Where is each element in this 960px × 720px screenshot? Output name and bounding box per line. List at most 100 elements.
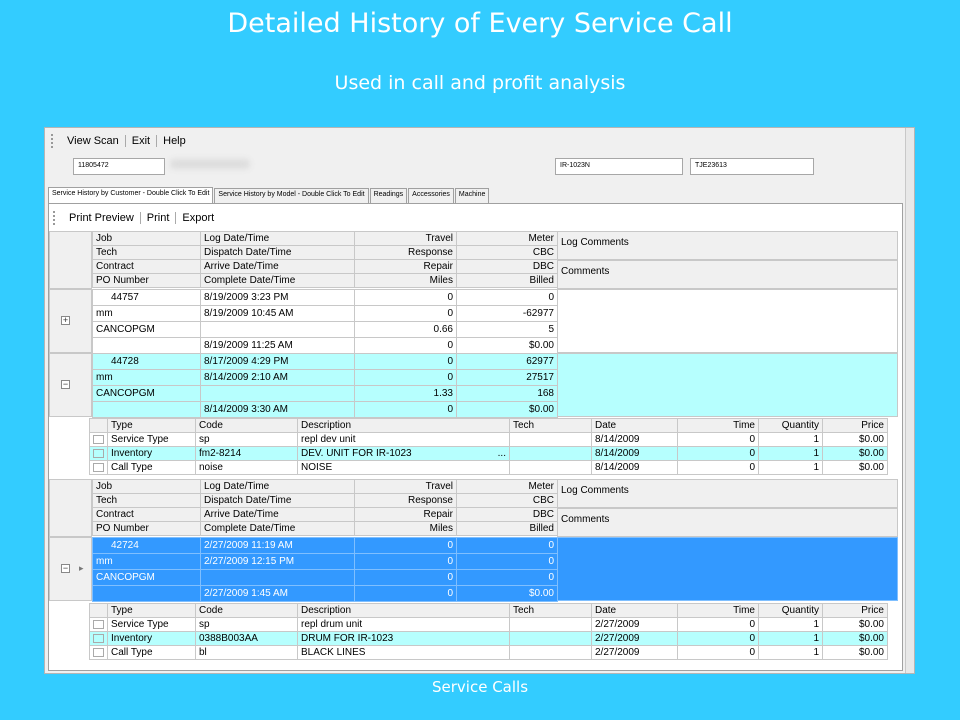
- header-arrive-date[interactable]: Arrive Date/Time: [200, 259, 355, 274]
- header-dispatch-date[interactable]: Dispatch Date/Time: [200, 493, 355, 508]
- header-comments[interactable]: Comments: [557, 508, 898, 537]
- detail-quantity: 1: [758, 446, 823, 461]
- tab-history-by-model[interactable]: Service History by Model - Double Click …: [214, 188, 369, 203]
- po-number: [92, 337, 201, 354]
- detail-quantity: 1: [758, 631, 823, 646]
- col-time[interactable]: Time: [677, 418, 759, 433]
- header-tech[interactable]: Tech: [92, 245, 201, 260]
- col-quantity[interactable]: Quantity: [758, 603, 823, 618]
- dispatch-date: 8/19/2009 10:45 AM: [200, 305, 355, 322]
- col-date[interactable]: Date: [591, 418, 678, 433]
- ellipsis-button[interactable]: ...: [498, 448, 506, 460]
- header-arrive-date[interactable]: Arrive Date/Time: [200, 507, 355, 522]
- col-code[interactable]: Code: [195, 418, 298, 433]
- detail-row[interactable]: Call Type noise NOISE 8/14/2009 0 1 $0.00: [89, 460, 888, 475]
- miles: 0: [354, 401, 457, 418]
- col-price[interactable]: Price: [822, 418, 888, 433]
- tab-history-by-customer[interactable]: Service History by Customer - Double Cli…: [48, 187, 214, 203]
- header-log-comments[interactable]: Log Comments: [557, 479, 898, 508]
- detail-time: 0: [677, 617, 759, 632]
- col-quantity[interactable]: Quantity: [758, 418, 823, 433]
- tab-readings[interactable]: Readings: [369, 188, 408, 203]
- header-complete-date[interactable]: Complete Date/Time: [200, 273, 355, 288]
- tab-accessories[interactable]: Accessories: [408, 188, 454, 203]
- header-log-comments[interactable]: Log Comments: [557, 231, 898, 260]
- repair: 0: [354, 569, 457, 586]
- header-log-date[interactable]: Log Date/Time: [200, 231, 355, 246]
- header-travel[interactable]: Travel: [354, 479, 457, 494]
- dbc: 5: [456, 321, 558, 338]
- print-button[interactable]: Print: [141, 212, 176, 224]
- header-log-date[interactable]: Log Date/Time: [200, 479, 355, 494]
- col-type[interactable]: Type: [107, 418, 196, 433]
- header-response[interactable]: Response: [354, 493, 457, 508]
- header-contract[interactable]: Contract: [92, 259, 201, 274]
- menu-help[interactable]: Help: [157, 135, 192, 147]
- detail-row-selector: [89, 603, 108, 618]
- menu-view-scan[interactable]: View Scan: [61, 135, 125, 147]
- detail-row[interactable]: Call Type bl BLACK LINES 2/27/2009 0 1 $0.00: [89, 645, 888, 660]
- col-type[interactable]: Type: [107, 603, 196, 618]
- menu-exit[interactable]: Exit: [126, 135, 156, 147]
- col-date[interactable]: Date: [591, 603, 678, 618]
- detail-row[interactable]: Inventory fm2-8214 DEV. UNIT FOR IR-1023..…: [89, 446, 888, 461]
- print-preview-button[interactable]: Print Preview: [63, 212, 140, 224]
- vertical-scrollbar[interactable]: [905, 128, 914, 673]
- header-tech[interactable]: Tech: [92, 493, 201, 508]
- header-dispatch-date[interactable]: Dispatch Date/Time: [200, 245, 355, 260]
- header-billed[interactable]: Billed: [456, 521, 558, 536]
- collapse-icon[interactable]: −: [61, 564, 70, 573]
- export-button[interactable]: Export: [176, 212, 220, 224]
- header-response[interactable]: Response: [354, 245, 457, 260]
- header-dbc[interactable]: DBC: [456, 259, 558, 274]
- call-comments-area: [557, 289, 898, 353]
- header-meter[interactable]: Meter: [456, 479, 558, 494]
- col-price[interactable]: Price: [822, 603, 888, 618]
- header-repair[interactable]: Repair: [354, 259, 457, 274]
- arrive-date: [200, 569, 355, 586]
- collapse-icon[interactable]: −: [61, 380, 70, 389]
- serial-field[interactable]: TJE23613: [690, 158, 814, 175]
- detail-row[interactable]: Inventory 0388B003AA DRUM FOR IR-1023 2/27/…: [89, 631, 888, 646]
- call-record-2[interactable]: 44728 8/17/2009 4:29 PM 0 62977 mm 8/14/2009…: [92, 353, 558, 418]
- header-repair[interactable]: Repair: [354, 507, 457, 522]
- call-record-1[interactable]: 44757 8/19/2009 3:23 PM 0 0 mm 8/19/2009 10:…: [92, 289, 558, 354]
- call-record-3[interactable]: 42724 2/27/2009 11:19 AM 0 0 mm 2/27/2009 12…: [92, 537, 558, 602]
- header-miles[interactable]: Miles: [354, 521, 457, 536]
- header-cbc[interactable]: CBC: [456, 493, 558, 508]
- expand-icon[interactable]: +: [61, 316, 70, 325]
- model-field[interactable]: IR-1023N: [555, 158, 683, 175]
- header-contract[interactable]: Contract: [92, 507, 201, 522]
- detail-row[interactable]: Service Type sp repl dev unit 8/14/2009 0 1 $0…: [89, 432, 888, 447]
- header-miles[interactable]: Miles: [354, 273, 457, 288]
- detail-description: DEV. UNIT FOR IR-1023...: [297, 446, 510, 461]
- header-meter[interactable]: Meter: [456, 231, 558, 246]
- header-comments[interactable]: Comments: [557, 260, 898, 289]
- header-po-number[interactable]: PO Number: [92, 273, 201, 288]
- col-description[interactable]: Description: [297, 418, 510, 433]
- header-job[interactable]: Job: [92, 231, 201, 246]
- col-time[interactable]: Time: [677, 603, 759, 618]
- col-code[interactable]: Code: [195, 603, 298, 618]
- detail-type: Inventory: [107, 631, 196, 646]
- col-tech[interactable]: Tech: [509, 603, 592, 618]
- header-billed[interactable]: Billed: [456, 273, 558, 288]
- header-travel[interactable]: Travel: [354, 231, 457, 246]
- header-cbc[interactable]: CBC: [456, 245, 558, 260]
- header-complete-date[interactable]: Complete Date/Time: [200, 521, 355, 536]
- detail-table-1: Type Code Description Tech Date Time Quantity P…: [89, 418, 888, 475]
- column-header-block: Job Log Date/Time Travel Meter Tech Dispatch…: [92, 479, 558, 536]
- header-dbc[interactable]: DBC: [456, 507, 558, 522]
- detail-code: bl: [195, 645, 298, 660]
- tab-machine[interactable]: Machine: [454, 188, 490, 203]
- detail-description-text: DEV. UNIT FOR IR-1023: [301, 448, 412, 459]
- header-job[interactable]: Job: [92, 479, 201, 494]
- col-tech[interactable]: Tech: [509, 418, 592, 433]
- detail-row[interactable]: Service Type sp repl drum unit 2/27/2009 0 1 $…: [89, 617, 888, 632]
- customer-id-field[interactable]: 11805472: [73, 158, 165, 175]
- col-description[interactable]: Description: [297, 603, 510, 618]
- detail-time: 0: [677, 631, 759, 646]
- detail-code: sp: [195, 617, 298, 632]
- detail-description: repl dev unit: [297, 432, 510, 447]
- header-po-number[interactable]: PO Number: [92, 521, 201, 536]
